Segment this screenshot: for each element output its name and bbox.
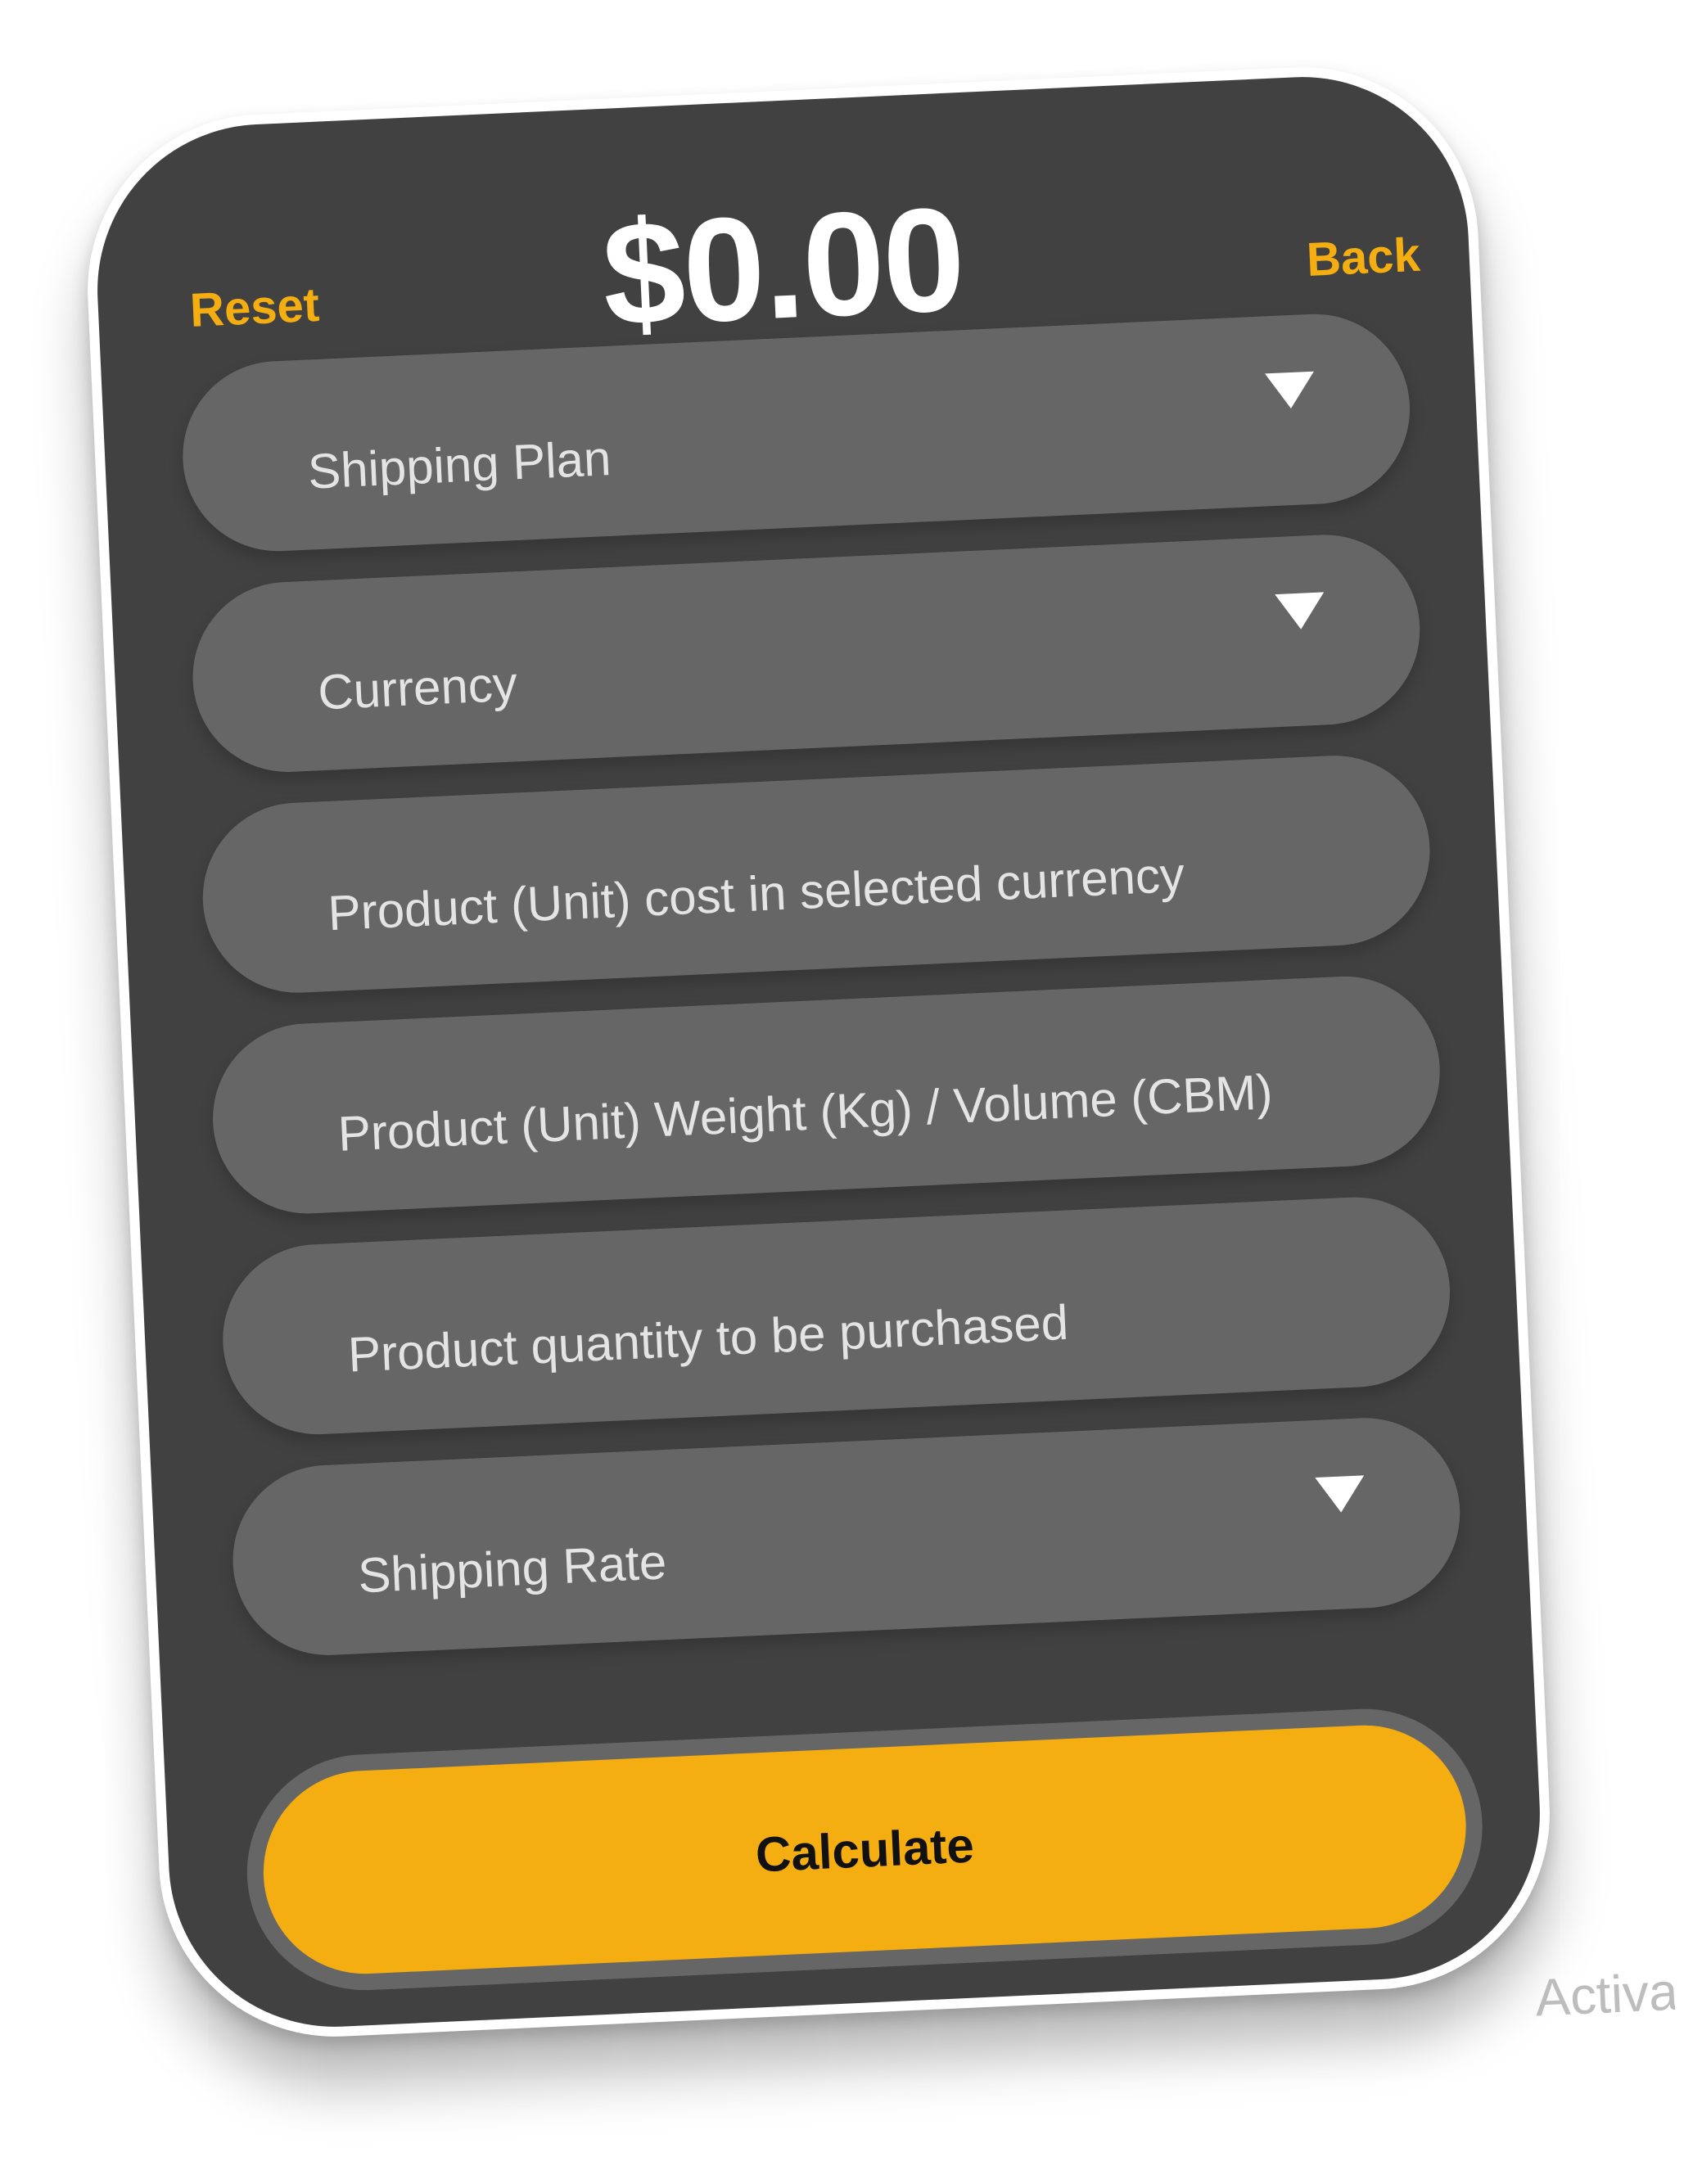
calculator-card-wrapper: Reset $0.00 Back Shipping Plan Currency … (79, 59, 1676, 2045)
screen: Reset $0.00 Back Shipping Plan Currency … (0, 0, 1702, 2184)
shipping-rate-dropdown[interactable]: Shipping Rate (228, 1414, 1465, 1659)
unit-cost-placeholder: Product (Unit) cost in selected currency (327, 846, 1186, 941)
unit-cost-input[interactable]: Product (Unit) cost in selected currency (198, 751, 1434, 997)
currency-dropdown[interactable]: Currency (188, 530, 1424, 777)
shipping-rate-label: Shipping Rate (356, 1534, 668, 1604)
calculate-label: Calculate (754, 1816, 976, 1882)
caret-down-icon (1275, 592, 1326, 631)
calculate-button-frame: Calculate (242, 1703, 1488, 1996)
caret-down-icon (1315, 1475, 1366, 1514)
quantity-placeholder: Product quantity to be purchased (346, 1294, 1070, 1383)
currency-label: Currency (316, 656, 519, 720)
calculate-button[interactable]: Calculate (259, 1721, 1471, 1979)
back-button[interactable]: Back (1306, 228, 1422, 287)
unit-weight-input[interactable]: Product (Unit) Weight (Kg) / Volume (CBM… (208, 972, 1444, 1218)
shipping-plan-label: Shipping Plan (306, 431, 612, 499)
caret-down-icon (1264, 371, 1316, 410)
calculator-card: Reset $0.00 Back Shipping Plan Currency … (79, 59, 1676, 2045)
quantity-input[interactable]: Product quantity to be purchased (219, 1193, 1455, 1439)
activation-watermark: Activa (1533, 1961, 1676, 2028)
unit-weight-placeholder: Product (Unit) Weight (Kg) / Volume (CBM… (336, 1064, 1274, 1162)
